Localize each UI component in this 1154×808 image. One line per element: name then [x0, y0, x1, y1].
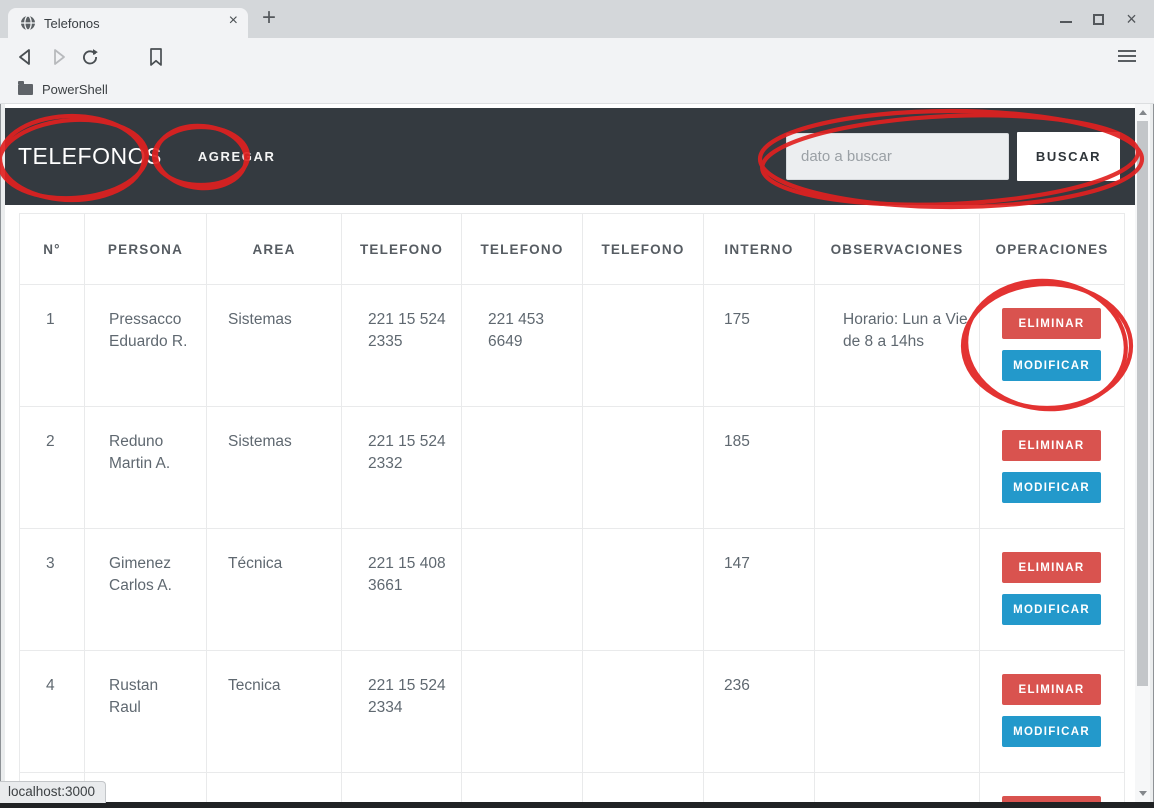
cell-interno: 175 — [704, 285, 815, 407]
scrollbar-thumb[interactable] — [1137, 121, 1148, 686]
col-header-telefono1: TELEFONO — [342, 214, 462, 285]
cell-num: 2 — [20, 407, 85, 529]
cell-operaciones: ELIMINAR MODIFICAR — [980, 407, 1125, 529]
col-header-operaciones: OPERACIONES — [980, 214, 1125, 285]
search-input[interactable] — [786, 133, 1009, 180]
cell-observaciones — [815, 407, 980, 529]
eliminar-button[interactable]: ELIMINAR — [1002, 308, 1101, 339]
back-icon[interactable] — [16, 47, 36, 67]
close-icon: × — [1126, 10, 1137, 28]
tab-title: Telefonos — [44, 16, 100, 31]
scroll-up-icon — [1139, 110, 1147, 115]
page-viewport: TELEFONOS AGREGAR BUSCAR N° PERSONA AREA… — [0, 104, 1154, 802]
eliminar-button[interactable]: ELIMINAR — [1002, 430, 1101, 461]
cell-num: 3 — [20, 529, 85, 651]
scroll-down-icon — [1139, 791, 1147, 796]
globe-favicon-icon — [20, 15, 36, 31]
cell-telefono1: 221 15 524 2335 — [342, 285, 462, 407]
browser-menu-icon[interactable] — [1118, 50, 1136, 65]
bookmarks-bar: PowerShell — [0, 76, 1154, 104]
browser-tab[interactable]: Telefonos × — [8, 8, 248, 38]
window-frame-bottom — [0, 802, 1154, 808]
titlebar: Telefonos × + × — [0, 0, 1154, 38]
cell-telefono2: 221 453 6649 — [462, 285, 583, 407]
table-row: 4 Rustan Raul Tecnica 221 15 524 2334 23… — [20, 651, 1125, 773]
maximize-button[interactable] — [1082, 0, 1115, 38]
cell-persona: Reduno Martin A. — [85, 407, 207, 529]
window-frame-right — [1150, 104, 1154, 802]
cell-observaciones — [815, 529, 980, 651]
close-button[interactable]: × — [1115, 0, 1148, 38]
eliminar-button[interactable]: ELIMINAR — [1002, 674, 1101, 705]
folder-icon — [18, 84, 33, 95]
browser-toolbar: ! localhost:3000 — [0, 38, 1154, 76]
col-header-persona: PERSONA — [85, 214, 207, 285]
col-header-num: N° — [20, 214, 85, 285]
cell-telefono2 — [462, 407, 583, 529]
reload-icon[interactable] — [80, 47, 100, 67]
tab-close-icon[interactable]: × — [229, 12, 238, 30]
cell-operaciones: ELIMINAR MODIFICAR — [980, 285, 1125, 407]
col-header-telefono3: TELEFONO — [583, 214, 704, 285]
cell-operaciones: ELIMINAR MODIFICAR — [980, 651, 1125, 773]
cell-telefono1: 221 15 408 3661 — [342, 529, 462, 651]
cell-persona: Pressacco Eduardo R. — [85, 285, 207, 407]
modificar-button[interactable]: MODIFICAR — [1002, 594, 1101, 625]
table-header-row: N° PERSONA AREA TELEFONO TELEFONO TELEFO… — [20, 214, 1125, 285]
cell-telefono3 — [583, 651, 704, 773]
new-tab-button[interactable]: + — [262, 4, 276, 32]
minimize-button[interactable] — [1049, 0, 1082, 38]
table-row: 1 Pressacco Eduardo R. Sistemas 221 15 5… — [20, 285, 1125, 407]
cell-area: Tecnica — [207, 651, 342, 773]
cell-num: 1 — [20, 285, 85, 407]
cell-telefono3 — [583, 285, 704, 407]
phones-table: N° PERSONA AREA TELEFONO TELEFONO TELEFO… — [19, 213, 1125, 802]
cell-telefono2 — [462, 529, 583, 651]
table-row: 3 Gimenez Carlos A. Técnica 221 15 408 3… — [20, 529, 1125, 651]
cell-area: Técnica — [207, 529, 342, 651]
search-button[interactable]: BUSCAR — [1017, 132, 1120, 181]
table-row-partial: ELIMINAR — [20, 773, 1125, 803]
modificar-button[interactable]: MODIFICAR — [1002, 716, 1101, 747]
cell-area: Sistemas — [207, 285, 342, 407]
col-header-telefono2: TELEFONO — [462, 214, 583, 285]
cell-persona: Gimenez Carlos A. — [85, 529, 207, 651]
bookmark-folder-powershell[interactable]: PowerShell — [42, 82, 108, 97]
forward-icon[interactable] — [48, 47, 68, 67]
cell-observaciones — [815, 651, 980, 773]
minimize-icon — [1060, 21, 1072, 23]
col-header-interno: INTERNO — [704, 214, 815, 285]
cell-interno: 147 — [704, 529, 815, 651]
status-bubble: localhost:3000 — [0, 781, 106, 803]
cell-area: Sistemas — [207, 407, 342, 529]
maximize-icon — [1093, 14, 1104, 25]
app-brand[interactable]: TELEFONOS — [18, 143, 162, 170]
cell-telefono3 — [583, 407, 704, 529]
app-navbar: TELEFONOS AGREGAR BUSCAR — [5, 108, 1135, 205]
cell-telefono3 — [583, 529, 704, 651]
modificar-button[interactable]: MODIFICAR — [1002, 350, 1101, 381]
cell-interno: 236 — [704, 651, 815, 773]
cell-num: 4 — [20, 651, 85, 773]
col-header-area: AREA — [207, 214, 342, 285]
nav-link-agregar[interactable]: AGREGAR — [198, 149, 276, 164]
cell-interno: 185 — [704, 407, 815, 529]
modificar-button[interactable]: MODIFICAR — [1002, 472, 1101, 503]
cell-telefono1: 221 15 524 2332 — [342, 407, 462, 529]
cell-telefono1: 221 15 524 2334 — [342, 651, 462, 773]
col-header-observaciones: OBSERVACIONES — [815, 214, 980, 285]
browser-window: Telefonos × + × ! localhost:3000 — [0, 0, 1154, 808]
page-scrollbar[interactable] — [1135, 104, 1150, 802]
cell-operaciones: ELIMINAR MODIFICAR — [980, 529, 1125, 651]
table-row: 2 Reduno Martin A. Sistemas 221 15 524 2… — [20, 407, 1125, 529]
scroll-down-button[interactable] — [1135, 785, 1150, 802]
bookmark-icon[interactable] — [146, 47, 166, 67]
cell-persona: Rustan Raul — [85, 651, 207, 773]
cell-observaciones: Horario: Lun a Vie de 8 a 14hs — [815, 285, 980, 407]
cell-telefono2 — [462, 651, 583, 773]
scroll-up-button[interactable] — [1135, 104, 1150, 121]
eliminar-button[interactable]: ELIMINAR — [1002, 552, 1101, 583]
window-controls: × — [1049, 0, 1148, 38]
window-frame-left — [0, 104, 5, 802]
